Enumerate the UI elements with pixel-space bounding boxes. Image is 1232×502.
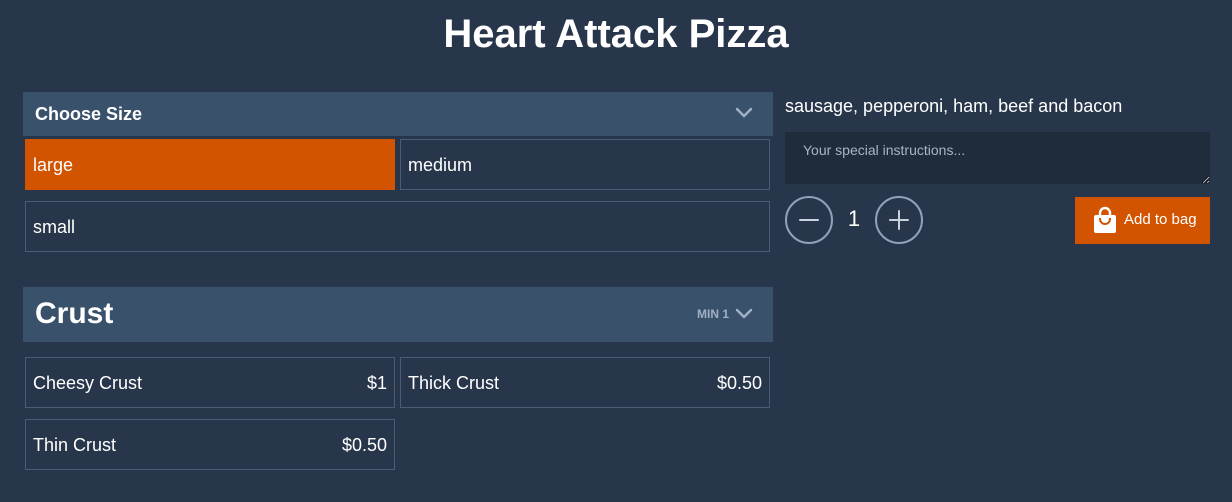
- size-option-large[interactable]: large: [25, 139, 395, 190]
- crust-section-title: Crust: [35, 297, 114, 330]
- min-badge: MIN 1: [696, 307, 729, 321]
- shopping-bag-icon: [1093, 206, 1117, 234]
- minus-icon: [799, 219, 819, 221]
- size-option-medium[interactable]: medium: [400, 139, 770, 190]
- crust-option-label: Cheesy Crust: [33, 373, 143, 393]
- item-description: sausage, pepperoni, ham, beef and bacon: [785, 96, 1123, 116]
- crust-option-thick[interactable]: Thick Crust $0.50: [400, 357, 770, 408]
- increment-quantity-button[interactable]: [875, 196, 923, 244]
- size-option-label: small: [33, 217, 76, 237]
- crust-option-thin[interactable]: Thin Crust $0.50: [25, 419, 395, 470]
- page-title: Heart Attack Pizza: [443, 12, 789, 56]
- crust-option-price: $0.50: [716, 373, 762, 393]
- size-option-label: medium: [408, 155, 473, 175]
- add-to-bag-label: Add to bag: [1124, 211, 1197, 228]
- crust-option-cheesy[interactable]: Cheesy Crust $1: [25, 357, 395, 408]
- chevron-down-icon[interactable]: [735, 106, 753, 118]
- add-to-bag-button[interactable]: Add to bag: [1075, 197, 1210, 244]
- size-section-title: Choose Size: [35, 104, 143, 124]
- size-option-label: large: [33, 155, 74, 175]
- crust-option-label: Thick Crust: [408, 373, 500, 393]
- crust-option-price: $1: [366, 373, 387, 393]
- plus-icon: [889, 210, 909, 230]
- decrement-quantity-button[interactable]: [785, 196, 833, 244]
- crust-section-header[interactable]: Crust MIN 1: [23, 287, 773, 342]
- size-option-small[interactable]: small: [25, 201, 770, 252]
- crust-option-label: Thin Crust: [33, 435, 117, 455]
- chevron-down-icon[interactable]: [735, 307, 753, 319]
- special-instructions-input[interactable]: [785, 132, 1210, 184]
- quantity-value: 1: [847, 206, 861, 231]
- crust-option-price: $0.50: [341, 435, 387, 455]
- size-section-header[interactable]: Choose Size: [23, 92, 773, 136]
